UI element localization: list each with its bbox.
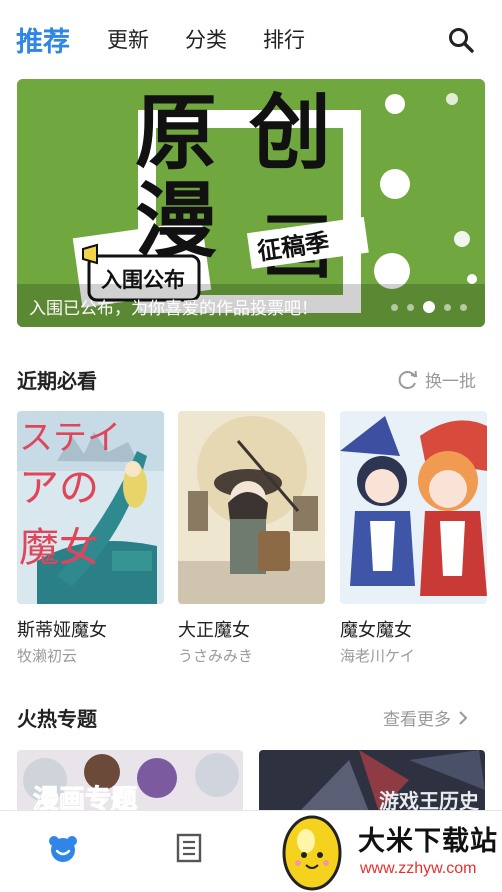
view-more-button[interactable]: 查看更多: [383, 705, 469, 730]
comic-cover: [340, 411, 487, 604]
cover-title-line-2: アの: [19, 465, 99, 511]
carousel-dot[interactable]: [407, 303, 414, 311]
banner-char-1: 原: [135, 86, 217, 181]
comic-cover: [178, 411, 325, 604]
refresh-batch-label: 换一批: [425, 372, 476, 392]
watermark-url: www.zzhyw.com: [360, 860, 477, 877]
tab-rankings[interactable]: 排行: [263, 24, 305, 54]
topic-card[interactable]: 漫画专题: [17, 750, 243, 812]
section-title-recent: 近期必看: [17, 369, 97, 393]
top-nav: 推荐 更新 分类 排行: [0, 0, 502, 78]
topic-card[interactable]: 游戏王历史: [259, 750, 485, 812]
refresh-icon: [398, 370, 418, 389]
carousel-dot-active[interactable]: [423, 301, 435, 313]
tab-recommend[interactable]: 推荐: [16, 20, 70, 59]
watermark: 大米下载站 www.zzhyw.com: [270, 805, 502, 892]
comic-card[interactable]: ステイ アの 魔女 斯蒂娅魔女 牧濑初云: [17, 411, 164, 666]
chevron-right-icon: [459, 710, 468, 725]
comic-author: うさみみき: [178, 647, 254, 665]
topic-cover: 游戏王历史: [259, 750, 485, 812]
comic-author: 海老川ケイ: [340, 647, 415, 665]
topic-cover: 漫画专题: [17, 750, 243, 812]
comic-title: 大正魔女: [178, 620, 250, 641]
bear-home-icon[interactable]: [48, 833, 78, 863]
comic-title: 斯蒂娅魔女: [17, 620, 107, 641]
section-title-hot: 火热专题: [17, 707, 97, 731]
topic-title: 漫画专题: [33, 785, 137, 812]
banner-artwork: 原 创 漫 画 征稿季 入围公布: [17, 79, 485, 327]
tab-categories[interactable]: 分类: [185, 24, 227, 54]
document-icon[interactable]: [174, 833, 204, 863]
comic-author: 牧濑初云: [17, 647, 78, 665]
cover-title-line-3: 魔女: [19, 525, 99, 571]
comic-card[interactable]: 魔女魔女 海老川ケイ: [340, 411, 487, 666]
banner-caption: 入围已公布，为你喜爱的作品投票吧！: [29, 299, 318, 319]
watermark-text: 大米下载站: [358, 826, 498, 857]
carousel-dot[interactable]: [460, 303, 467, 311]
cover-title-line-1: ステイ: [19, 418, 121, 458]
carousel-dot[interactable]: [444, 303, 451, 311]
egg-mascot-logo: [282, 815, 342, 891]
tab-updates[interactable]: 更新: [107, 24, 149, 54]
comic-cover: ステイ アの 魔女: [17, 411, 164, 604]
refresh-batch-button[interactable]: 换一批: [397, 367, 476, 392]
carousel-indicator: [391, 301, 467, 313]
comic-title: 魔女魔女: [340, 620, 412, 641]
search-icon[interactable]: [448, 27, 474, 53]
promo-banner[interactable]: 原 创 漫 画 征稿季 入围公布 入围已公布，为你喜爱的作品投票吧！: [17, 79, 485, 327]
banner-char-2: 创: [248, 86, 331, 181]
view-more-label: 查看更多: [383, 710, 451, 730]
comic-card[interactable]: 大正魔女 うさみみき: [178, 411, 325, 666]
carousel-dot[interactable]: [391, 303, 398, 311]
